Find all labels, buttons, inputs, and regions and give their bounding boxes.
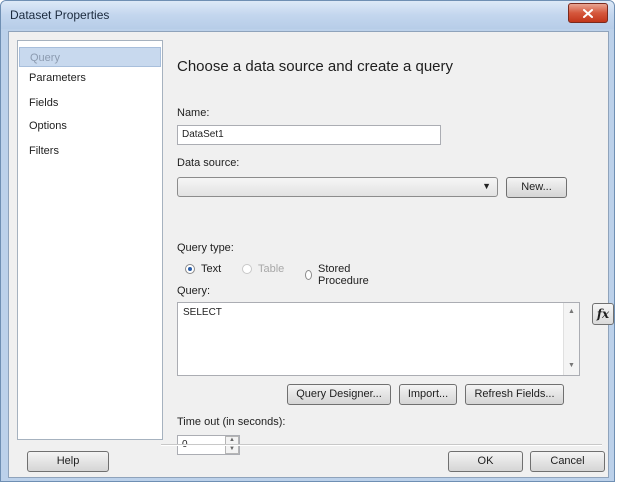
radio-checked-icon [185,264,195,274]
query-text: SELECT [183,307,222,318]
new-data-source-button[interactable]: New... [506,177,567,198]
radio-unchecked-icon [242,264,252,274]
data-source-dropdown[interactable]: ▼ [177,177,498,197]
query-type-text-radio[interactable]: Text [185,263,221,275]
query-page: Choose a data source and create a query … [177,32,614,455]
dataset-properties-dialog: Dataset Properties Query Parameters Fiel… [0,0,615,482]
import-button[interactable]: Import... [399,384,457,405]
nav-item-options[interactable]: Options [19,116,161,136]
nav-item-parameters[interactable]: Parameters [19,68,161,88]
window-title: Dataset Properties [10,8,110,22]
fx-icon: fx [596,307,610,321]
name-label: Name: [177,107,210,119]
page-heading: Choose a data source and create a query [177,58,454,75]
query-type-text-label: Text [201,263,222,275]
query-type-stored-procedure-radio[interactable]: Stored Procedure [305,263,372,287]
radio-unchecked-icon [305,270,312,280]
nav-item-filters[interactable]: Filters [19,141,161,161]
close-icon [583,8,593,18]
scroll-up-icon[interactable]: ▲ [564,305,579,319]
query-label: Query: [177,285,211,297]
scroll-down-icon[interactable]: ▼ [564,359,579,373]
help-button[interactable]: Help [27,451,109,472]
query-scrollbar[interactable]: ▲ ▼ [563,303,579,375]
refresh-fields-button[interactable]: Refresh Fields... [465,384,564,405]
stepper-down-icon[interactable]: ▼ [225,445,239,454]
query-type-table-label: Table [258,263,285,275]
query-designer-button[interactable]: Query Designer... [287,384,391,405]
nav-pane: Query Parameters Fields Options Filters [17,40,163,440]
close-button[interactable] [568,3,608,23]
nav-item-query[interactable]: Query [19,47,161,67]
query-type-table-radio[interactable]: Table [242,263,284,275]
data-source-label: Data source: [177,157,240,169]
footer-separator [161,444,602,446]
query-type-label: Query type: [177,242,234,254]
dialog-body: Query Parameters Fields Options Filters … [8,31,614,478]
chevron-down-icon: ▼ [482,181,491,191]
query-type-stored-procedure-label: Stored Procedure [317,263,369,287]
timeout-label: Time out (in seconds): [177,416,286,428]
expression-fx-button[interactable]: fx [592,303,614,325]
cancel-button[interactable]: Cancel [530,451,605,472]
title-bar[interactable]: Dataset Properties [1,1,614,29]
name-field[interactable]: DataSet1 [177,125,441,145]
ok-button[interactable]: OK [448,451,523,472]
nav-item-fields[interactable]: Fields [19,93,161,113]
query-editor[interactable]: SELECT ▲ ▼ [177,302,580,376]
